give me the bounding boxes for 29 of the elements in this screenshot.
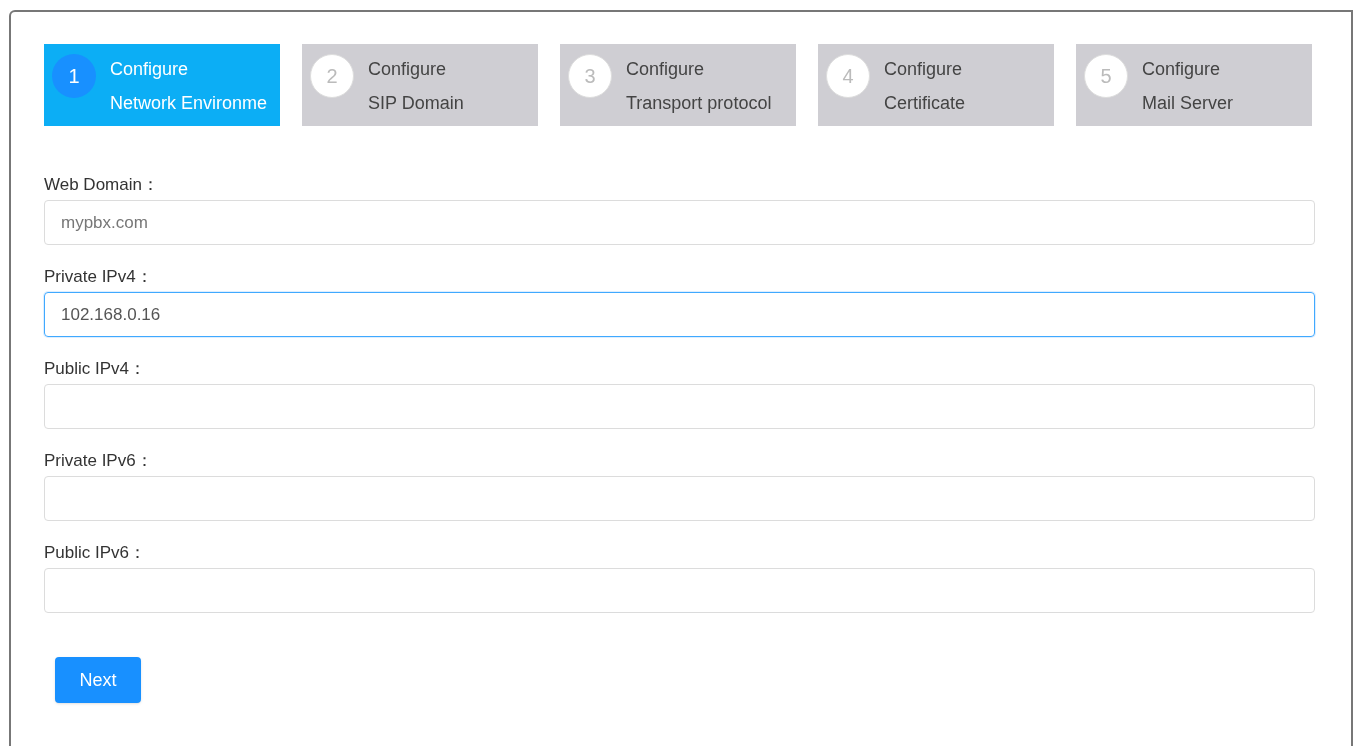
input-field[interactable] [44,384,1315,429]
field-label: Private IPv6： [44,450,154,472]
step-title: Configure [110,58,190,81]
step-subtitle: SIP Domain [368,92,464,115]
input-field[interactable] [44,476,1315,521]
step-title: Configure [368,58,448,81]
step-title: Configure [884,58,964,81]
input-field[interactable] [44,568,1315,613]
step-number: 5 [1084,54,1128,98]
field-label: Public IPv6： [44,542,148,564]
step-tab[interactable]: 5 Configure Mail Server [1076,44,1312,126]
step-subtitle: Transport protocol [626,92,772,115]
input-field[interactable]: mypbx.com [44,200,1315,245]
field-label: Web Domain： [44,174,160,196]
step-tab[interactable]: 4 Configure Certificate [818,44,1054,126]
field-label: Public IPv4： [44,358,148,380]
step-number: 2 [310,54,354,98]
step-title: Configure [626,58,706,81]
step-title: Configure [1142,58,1222,81]
step-tab[interactable]: 2 Configure SIP Domain [302,44,538,126]
input-field[interactable]: 102.168.0.16 [44,292,1315,337]
step-subtitle: Mail Server [1142,92,1234,115]
step-number: 1 [52,54,96,98]
step-number: 3 [568,54,612,98]
step-number: 4 [826,54,870,98]
step-subtitle: Network Environme [110,92,268,115]
step-subtitle: Certificate [884,92,966,115]
field-label: Private IPv4： [44,266,154,288]
step-tab[interactable]: 3 Configure Transport protocol [560,44,796,126]
